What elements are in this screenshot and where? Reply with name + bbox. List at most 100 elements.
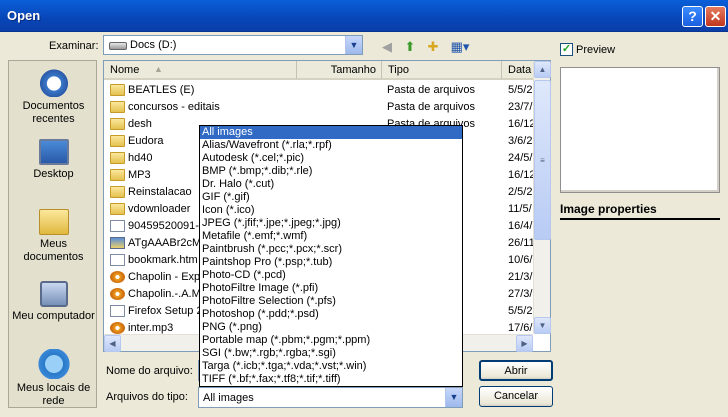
filetype-option[interactable]: PNG (*.png) <box>200 321 462 334</box>
file-date: 21/3/ <box>508 271 533 283</box>
file-name: MP3 <box>128 169 151 181</box>
file-name: Reinstalacao <box>128 186 192 198</box>
image-file-icon <box>110 237 125 249</box>
open-button[interactable]: Abrir <box>479 360 553 381</box>
place-my-computer[interactable]: Meu computador <box>9 281 98 323</box>
my-computer-icon <box>39 281 68 307</box>
filetype-option[interactable]: Dr. Halo (*.cut) <box>200 178 462 191</box>
place-recent[interactable]: Documentos recentes <box>9 67 98 126</box>
places-bar: Documentos recentes Desktop Meus documen… <box>8 60 97 408</box>
close-button[interactable]: ✕ <box>705 6 726 27</box>
file-date: 3/6/2 <box>508 135 533 147</box>
preview-checkbox[interactable]: ✓ <box>560 43 573 56</box>
filetype-option[interactable]: GIF (*.gif) <box>200 191 462 204</box>
filetype-option[interactable]: Photoshop (*.pdd;*.psd) <box>200 308 462 321</box>
my-documents-icon <box>38 209 69 235</box>
file-name: desh <box>128 118 152 130</box>
folder-icon <box>110 84 125 96</box>
column-type-label: Tipo <box>388 64 409 76</box>
filetype-option[interactable]: Paintbrush (*.pcc;*.pcx;*.scr) <box>200 243 462 256</box>
file-name: hd40 <box>128 152 153 164</box>
filetype-option[interactable]: All images <box>200 126 462 139</box>
file-name: Eudora <box>128 135 164 147</box>
up-folder-icon[interactable]: ⬆ <box>401 39 419 55</box>
filetype-option[interactable]: PhotoFiltre Selection (*.pfs) <box>200 295 462 308</box>
scroll-down-icon[interactable]: ▼ <box>534 317 551 334</box>
divider <box>560 218 720 220</box>
lookin-combo[interactable]: Docs (D:) ▼ <box>103 35 363 55</box>
file-date: 16/4/ <box>508 220 533 232</box>
filetype-option[interactable]: SGI (*.bw;*.rgb;*.rgba;*.sgi) <box>200 347 462 360</box>
file-date: 5/5/2 <box>508 305 533 317</box>
scroll-up-icon[interactable]: ▲ <box>534 61 551 78</box>
scroll-left-icon[interactable]: ◀ <box>104 335 121 352</box>
filetype-option[interactable]: Photo-CD (*.pcd) <box>200 269 462 282</box>
view-menu-icon[interactable]: ▦▾ <box>448 39 472 55</box>
file-name: Firefox Setup 2 <box>128 305 203 317</box>
file-name: vdownloader <box>128 203 191 215</box>
lookin-label: Examinar: <box>49 40 99 52</box>
file-name: Chapolin.-.A.M <box>128 288 201 300</box>
column-type[interactable]: Tipo <box>382 61 502 80</box>
filetype-option[interactable]: Icon (*.ico) <box>200 204 462 217</box>
place-label: Desktop <box>33 168 74 180</box>
preview-area <box>560 67 720 193</box>
filetype-option[interactable]: Autodesk (*.cel;*.pic) <box>200 152 462 165</box>
place-label: Documentos recentes <box>22 100 85 125</box>
file-icon <box>110 305 125 317</box>
column-name[interactable]: Nome ▲ <box>104 61 297 80</box>
column-size-label: Tamanho <box>330 64 376 76</box>
place-label: Meu computador <box>12 310 95 322</box>
preview-label: Preview <box>576 44 616 56</box>
column-size[interactable]: Tamanho <box>297 61 382 80</box>
filetype-value: All images <box>203 392 254 404</box>
filetype-option[interactable]: BMP (*.bmp;*.dib;*.rle) <box>200 165 462 178</box>
help-button[interactable]: ? <box>682 6 703 27</box>
scroll-right-icon[interactable]: ▶ <box>516 335 533 352</box>
back-icon[interactable]: ◀ <box>378 39 396 55</box>
filetype-dropdown-list[interactable]: All images Alias/Wavefront (*.rla;*.rpf) A… <box>199 125 463 387</box>
file-name: bookmark.htm <box>128 254 198 266</box>
file-name: 90459520091- <box>128 220 199 232</box>
network-places-icon <box>37 349 70 379</box>
place-my-documents[interactable]: Meus documentos <box>9 209 98 264</box>
filetype-option[interactable]: PhotoFiltre Image (*.pfi) <box>200 282 462 295</box>
file-name: Chapolin - Expe <box>128 271 207 283</box>
filetype-option[interactable]: TIFF (*.bf;*.fax;*.tf8;*.tif;*.tiff) <box>200 373 462 386</box>
title-bar: Open ? ✕ <box>0 0 728 32</box>
filetype-option[interactable]: Alias/Wavefront (*.rla;*.rpf) <box>200 139 462 152</box>
new-folder-icon[interactable]: ✚ <box>424 39 442 55</box>
sort-arrow-icon: ▲ <box>154 64 163 74</box>
filetype-option[interactable]: Targa (*.icb;*.tga;*.vda;*.vst;*.win) <box>200 360 462 373</box>
file-icon <box>110 220 125 232</box>
close-icon: ✕ <box>709 8 722 24</box>
place-desktop[interactable]: Desktop <box>9 139 98 181</box>
folder-icon <box>110 186 125 198</box>
chevron-down-icon[interactable]: ▼ <box>345 36 362 54</box>
file-row[interactable]: concursos - editais Pasta de arquivos 23/7… <box>104 99 534 116</box>
filetype-option[interactable]: Portable map (*.pbm;*.pgm;*.ppm) <box>200 334 462 347</box>
folder-icon <box>110 169 125 181</box>
media-file-icon <box>110 288 125 300</box>
file-date: 26/11 <box>508 237 535 249</box>
filename-label: Nome do arquivo: <box>106 365 193 377</box>
file-date: 24/5/ <box>508 152 533 164</box>
file-date: 23/7/ <box>508 101 533 113</box>
scroll-thumb[interactable]: ≡ <box>534 80 551 240</box>
vertical-scrollbar[interactable]: ▲ ≡ ▼ <box>533 61 551 334</box>
place-network[interactable]: Meus locais de rede <box>9 349 98 408</box>
filetype-select[interactable]: All images ▼ <box>198 387 463 408</box>
column-date-label: Data <box>508 64 532 76</box>
desktop-icon <box>38 139 69 165</box>
lookin-value: Docs (D:) <box>130 39 177 51</box>
filetype-option[interactable]: Paintshop Pro (*.psp;*.tub) <box>200 256 462 269</box>
cancel-button[interactable]: Cancelar <box>479 386 553 407</box>
filetype-option[interactable]: Metafile (*.emf;*.wmf) <box>200 230 462 243</box>
file-row[interactable]: BEATLES (E) Pasta de arquivos 5/5/2 <box>104 82 534 99</box>
help-icon: ? <box>688 8 697 24</box>
chevron-down-icon[interactable]: ▼ <box>445 388 462 407</box>
column-name-label: Nome <box>110 64 140 76</box>
folder-icon <box>110 135 125 147</box>
file-name: BEATLES (E) <box>128 84 195 96</box>
filetype-option[interactable]: JPEG (*.jfif;*.jpe;*.jpeg;*.jpg) <box>200 217 462 230</box>
